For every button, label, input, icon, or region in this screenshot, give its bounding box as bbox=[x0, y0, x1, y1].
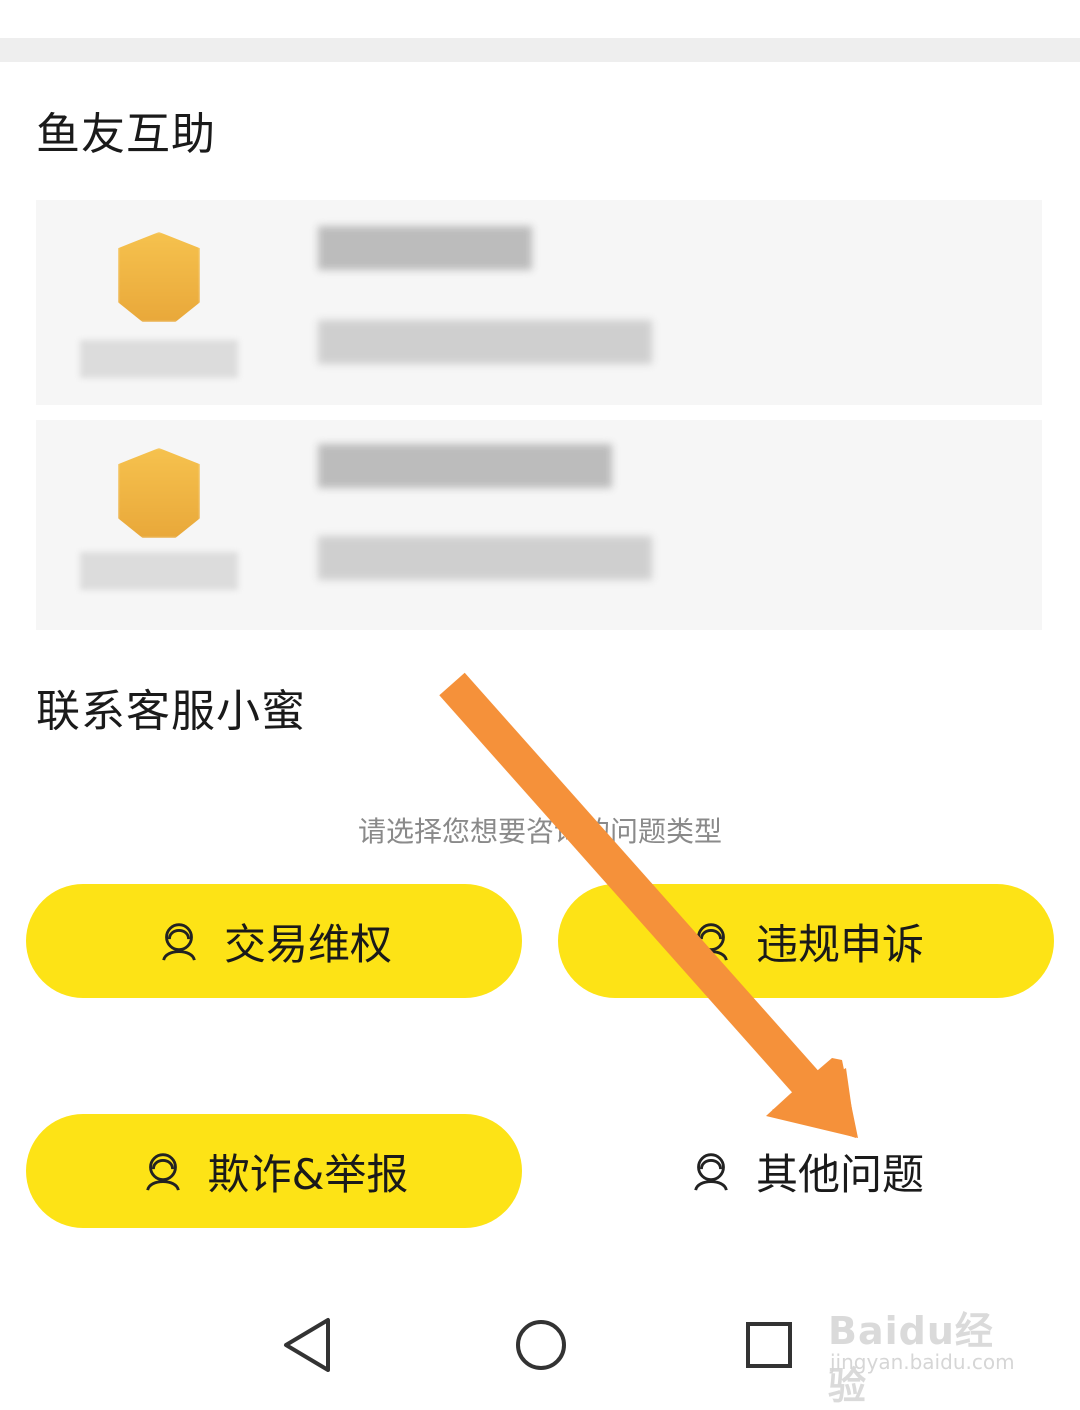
fraud-report-label: 欺诈&举报 bbox=[207, 1149, 409, 1199]
helper-title-blurred-2 bbox=[318, 444, 612, 488]
helper-desc-blurred-2 bbox=[318, 536, 652, 580]
customer-service-icon bbox=[694, 1153, 728, 1191]
watermark-url: jingyan.baidu.com bbox=[830, 1350, 1015, 1374]
other-issues-button[interactable]: 其他问题 bbox=[558, 1114, 1054, 1228]
violation-appeal-label: 违规申诉 bbox=[755, 919, 924, 969]
helper-name-blurred bbox=[80, 340, 238, 378]
section-divider bbox=[0, 38, 1080, 62]
helper-avatar bbox=[118, 232, 200, 322]
violation-appeal-button[interactable]: 违规申诉 bbox=[558, 884, 1054, 998]
other-issues-label: 其他问题 bbox=[755, 1149, 924, 1199]
home-icon[interactable] bbox=[508, 1312, 574, 1378]
mutual-help-title: 鱼友互助 bbox=[36, 109, 216, 160]
trade-rights-label: 交易维权 bbox=[223, 919, 392, 969]
contact-service-title: 联系客服小蜜 bbox=[36, 686, 306, 737]
question-type-hint: 请选择您想要咨询的问题类型 bbox=[357, 815, 722, 848]
helper-desc-blurred bbox=[318, 320, 652, 364]
fraud-report-button[interactable]: 欺诈&举报 bbox=[26, 1114, 522, 1228]
customer-service-icon bbox=[694, 923, 728, 961]
helper-title-blurred bbox=[318, 226, 532, 270]
recent-apps-icon[interactable] bbox=[736, 1312, 802, 1378]
back-icon[interactable] bbox=[276, 1312, 342, 1378]
helper-avatar-2 bbox=[118, 448, 200, 538]
status-area bbox=[0, 0, 1080, 38]
helper-name-blurred-2 bbox=[80, 552, 238, 590]
trade-rights-button[interactable]: 交易维权 bbox=[26, 884, 522, 998]
customer-service-icon bbox=[162, 923, 196, 961]
baidu-watermark: Baidu经验 jingyan.baidu.com bbox=[828, 1290, 1028, 1408]
customer-service-icon bbox=[145, 1153, 180, 1191]
